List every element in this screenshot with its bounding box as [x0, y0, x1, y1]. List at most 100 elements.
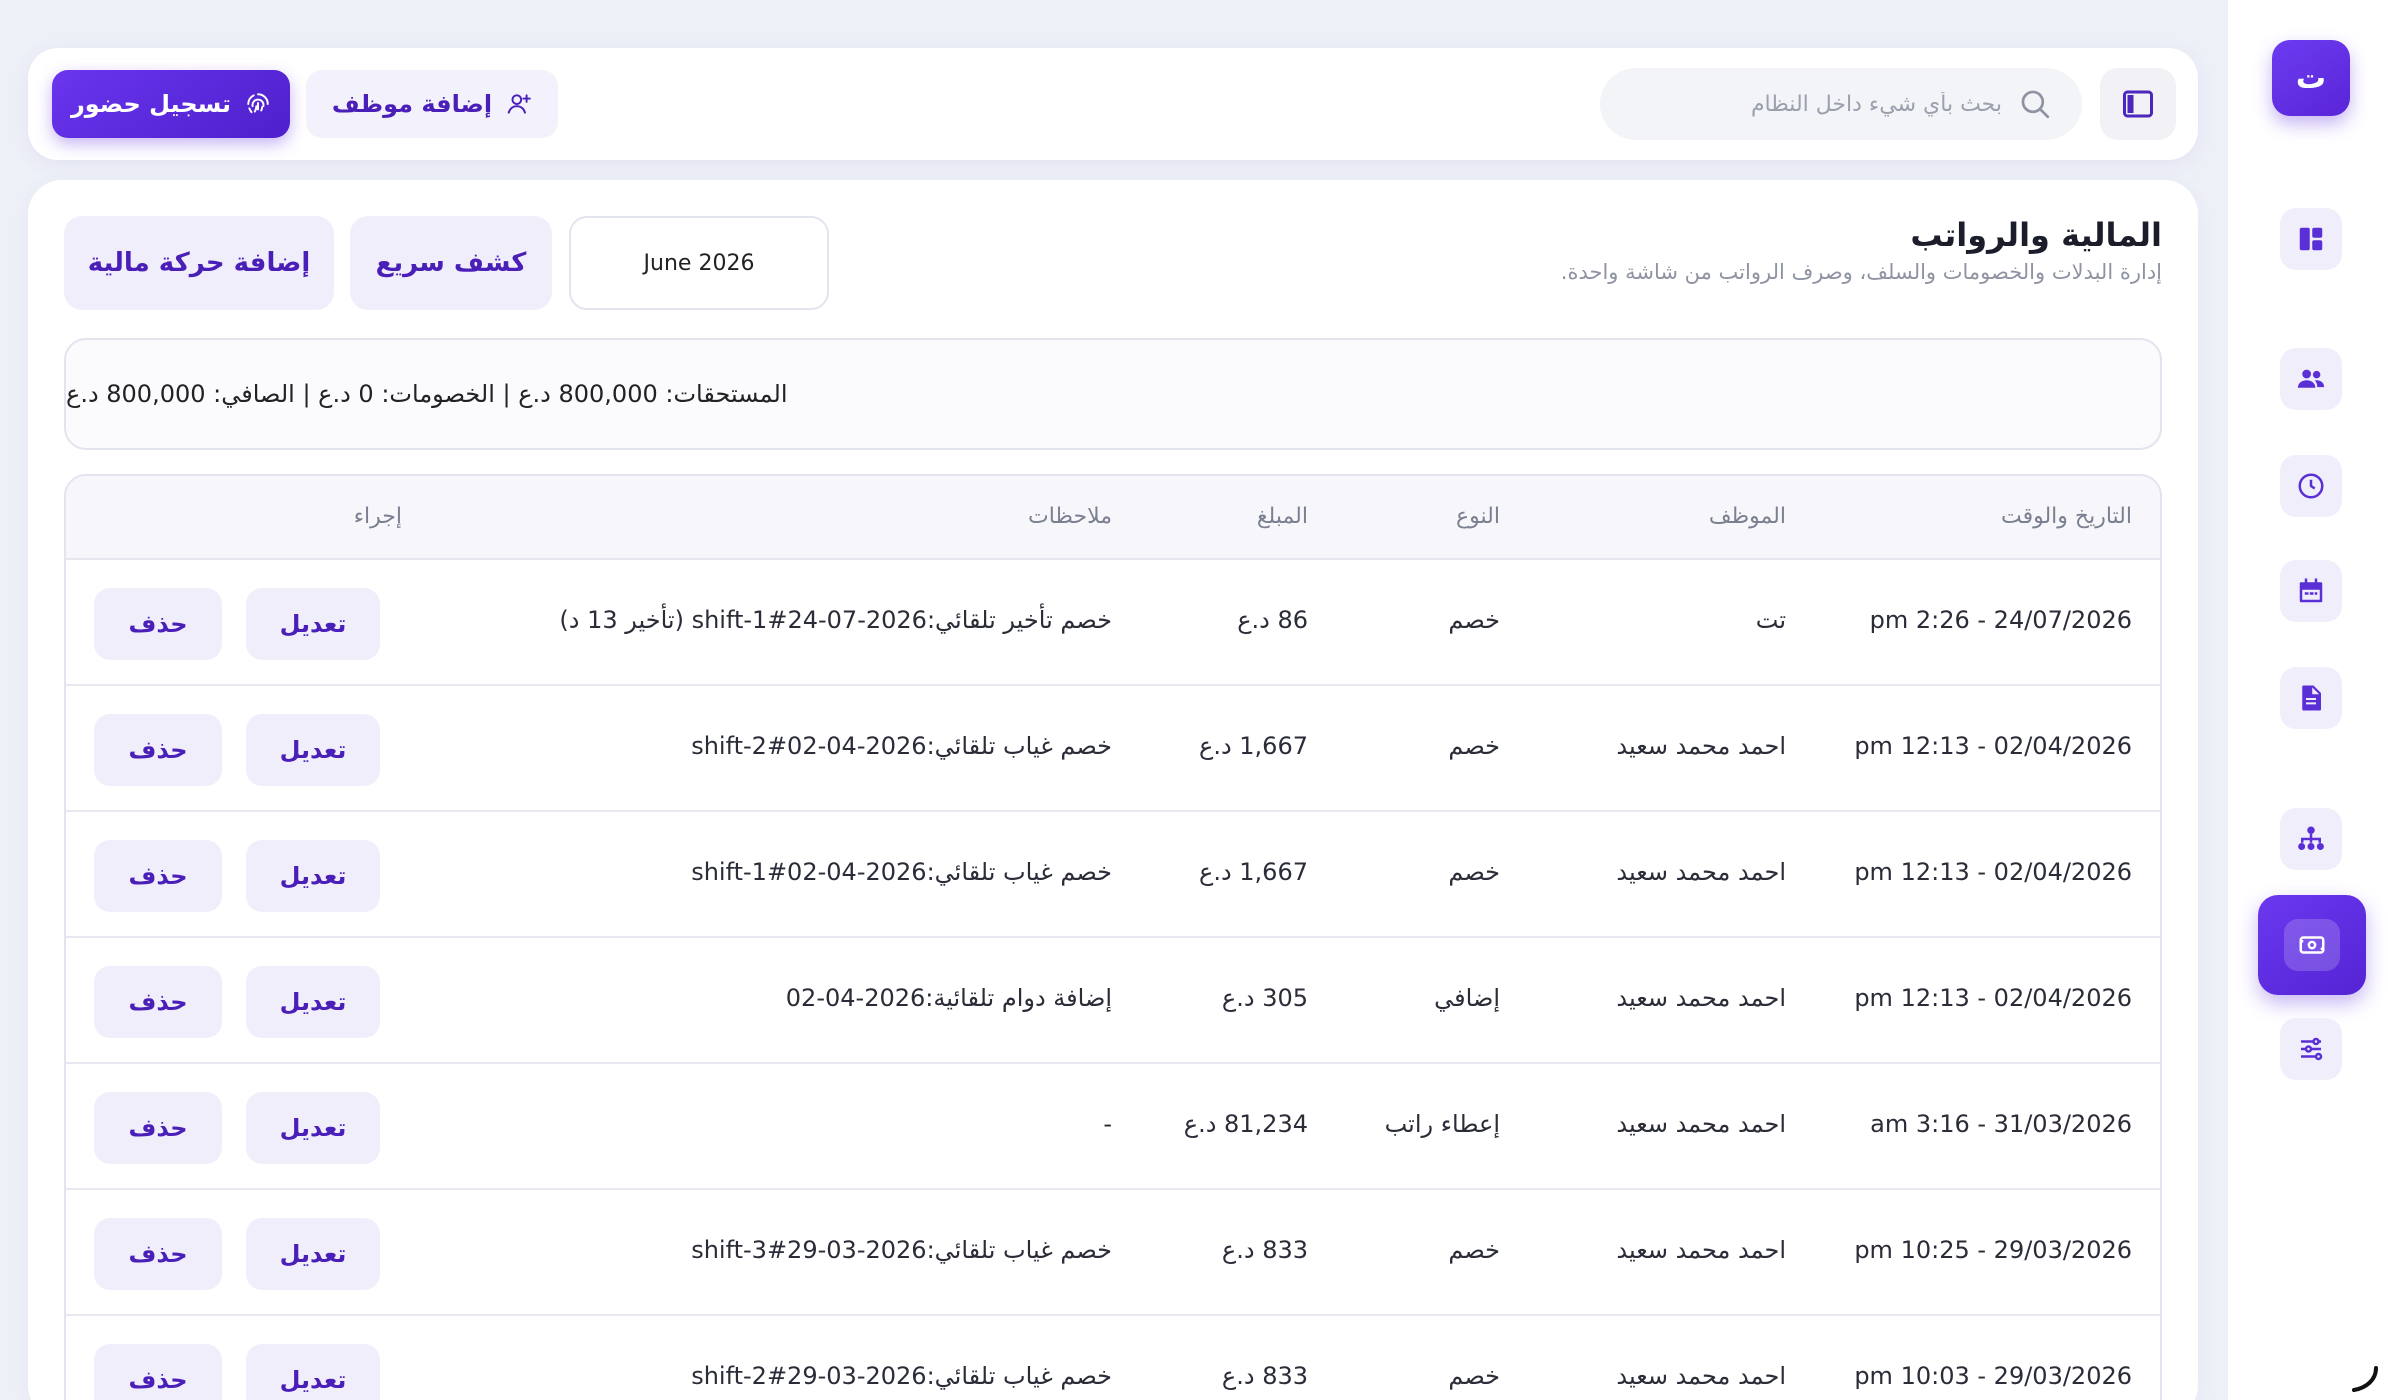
cash-icon	[2299, 936, 2325, 954]
sidebar-item-attendance[interactable]	[2280, 455, 2342, 517]
delete-button[interactable]: حذف	[94, 1218, 222, 1290]
cell-notes: إضافة دوام تلقائية:2026-04-02	[785, 984, 1112, 1012]
cell-datetime: 02/04/2026 - 12:13 pm	[1854, 984, 2132, 1012]
top-bar: تسجيل حضور إضافة موظف	[28, 48, 2198, 160]
edit-label: تعديل	[279, 988, 347, 1016]
add-employee-label: إضافة موظف	[331, 90, 493, 118]
cell-type: خصم	[1448, 606, 1500, 634]
sidebar-item-employees[interactable]	[2280, 348, 2342, 410]
table-row: 02/04/2026 - 12:13 pm احمد محمد سعيد خصم 1,…	[66, 812, 2160, 938]
cell-amount: 81,234 د.ع	[1183, 1110, 1308, 1138]
delete-button[interactable]: حذف	[94, 1344, 222, 1400]
cell-employee: احمد محمد سعيد	[1616, 858, 1786, 886]
edit-label: تعديل	[279, 1366, 347, 1394]
users-icon	[2297, 369, 2325, 388]
cell-amount: 833 د.ع	[1221, 1362, 1308, 1390]
delete-label: حذف	[128, 1240, 188, 1268]
cell-amount: 86 د.ع	[1237, 606, 1308, 634]
table-row: 29/03/2026 - 10:03 pm احمد محمد سعيد خصم 83…	[66, 1316, 2160, 1400]
header-datetime: التاريخ والوقت	[2000, 504, 2132, 529]
sidebar-item-calendar[interactable]	[2280, 560, 2342, 622]
delete-label: حذف	[128, 736, 188, 764]
month-value: June 2026	[643, 250, 755, 276]
delete-label: حذف	[128, 1114, 188, 1142]
edit-label: تعديل	[279, 736, 347, 764]
header-amount: المبلغ	[1256, 504, 1308, 529]
delete-button[interactable]: حذف	[94, 588, 222, 660]
delete-button[interactable]: حذف	[94, 714, 222, 786]
edit-label: تعديل	[279, 1240, 347, 1268]
sidebar-item-documents[interactable]	[2280, 667, 2342, 729]
cell-notes: خصم غياب تلقائي:2026-04-02#shift-2	[691, 732, 1112, 760]
sidebar-item-finance[interactable]	[2258, 895, 2366, 995]
search-icon	[2021, 90, 2050, 119]
cell-type: خصم	[1448, 732, 1500, 760]
edit-button[interactable]: تعديل	[246, 588, 380, 660]
cell-type: إعطاء راتب	[1384, 1110, 1500, 1138]
cell-type: خصم	[1448, 1362, 1500, 1390]
cell-datetime: 29/03/2026 - 10:03 pm	[1854, 1362, 2132, 1390]
document-icon	[2302, 685, 2321, 711]
edit-label: تعديل	[279, 1114, 347, 1142]
clock-icon	[2298, 473, 2324, 499]
cell-notes: -	[1103, 1110, 1112, 1138]
edit-button[interactable]: تعديل	[246, 840, 380, 912]
delete-button[interactable]: حذف	[94, 966, 222, 1038]
delete-button[interactable]: حذف	[94, 840, 222, 912]
user-plus-icon	[507, 94, 531, 114]
resize-corner-icon	[2352, 1366, 2378, 1392]
cell-amount: 305 د.ع	[1221, 984, 1308, 1012]
sidebar-item-structure[interactable]	[2280, 808, 2342, 870]
edit-label: تعديل	[279, 862, 347, 890]
app-logo[interactable]: ت	[2272, 40, 2350, 116]
delete-label: حذف	[128, 862, 188, 890]
cell-datetime: 02/04/2026 - 12:13 pm	[1854, 732, 2132, 760]
org-chart-icon	[2298, 826, 2324, 850]
check-in-button[interactable]: تسجيل حضور	[52, 70, 290, 138]
edit-button[interactable]: تعديل	[246, 1092, 380, 1164]
sidebar-item-dashboard[interactable]	[2280, 208, 2342, 270]
cell-employee: احمد محمد سعيد	[1616, 732, 1786, 760]
cell-datetime: 24/07/2026 - 2:26 pm	[1869, 606, 2132, 634]
calendar-icon	[2299, 578, 2323, 603]
sidebar-panel-icon	[2123, 90, 2153, 118]
search-input[interactable]	[1642, 91, 2002, 117]
cell-amount: 833 د.ع	[1221, 1236, 1308, 1264]
sidebar: ت	[2228, 0, 2388, 1400]
header-employee: الموظف	[1708, 504, 1786, 529]
delete-label: حذف	[128, 610, 188, 638]
quick-report-label: كشف سريع	[375, 248, 527, 278]
cell-type: إضافي	[1434, 984, 1500, 1012]
cell-notes: خصم تأخير تلقائي:2026-07-24#shift-1 (تأخ…	[559, 606, 1112, 634]
cell-notes: خصم غياب تلقائي:2026-03-29#shift-3	[691, 1236, 1112, 1264]
edit-button[interactable]: تعديل	[246, 1344, 380, 1400]
fingerprint-icon	[247, 93, 269, 114]
month-picker[interactable]: June 2026	[569, 216, 829, 310]
check-in-label: تسجيل حضور	[70, 90, 232, 118]
table-row: 29/03/2026 - 10:25 pm احمد محمد سعيد خصم 83…	[66, 1190, 2160, 1316]
search-box	[1600, 68, 2082, 140]
table-row: 02/04/2026 - 12:13 pm احمد محمد سعيد خصم 1,…	[66, 686, 2160, 812]
edit-label: تعديل	[279, 610, 347, 638]
sidebar-item-settings[interactable]	[2280, 1018, 2342, 1080]
edit-button[interactable]: تعديل	[246, 714, 380, 786]
cell-notes: خصم غياب تلقائي:2026-03-29#shift-2	[691, 1362, 1112, 1390]
cell-employee: احمد محمد سعيد	[1616, 1236, 1786, 1264]
add-financial-transaction-button[interactable]: إضافة حركة مالية	[64, 216, 334, 310]
sidebar-toggle-button[interactable]	[2100, 68, 2176, 140]
edit-button[interactable]: تعديل	[246, 1218, 380, 1290]
cell-amount: 1,667 د.ع	[1199, 732, 1308, 760]
table-row: 31/03/2026 - 3:16 am احمد محمد سعيد إعطاء …	[66, 1064, 2160, 1190]
delete-label: حذف	[128, 1366, 188, 1394]
quick-report-button[interactable]: كشف سريع	[350, 216, 552, 310]
logo-letter: ت	[2295, 60, 2327, 96]
add-financial-label: إضافة حركة مالية	[87, 248, 311, 278]
edit-button[interactable]: تعديل	[246, 966, 380, 1038]
add-employee-button[interactable]: إضافة موظف	[306, 70, 558, 138]
sidebar-item-finance-inner	[2284, 919, 2340, 971]
cell-type: خصم	[1448, 858, 1500, 886]
cell-datetime: 02/04/2026 - 12:13 pm	[1854, 858, 2132, 886]
delete-button[interactable]: حذف	[94, 1092, 222, 1164]
delete-label: حذف	[128, 988, 188, 1016]
dashboard-icon	[2299, 227, 2323, 251]
